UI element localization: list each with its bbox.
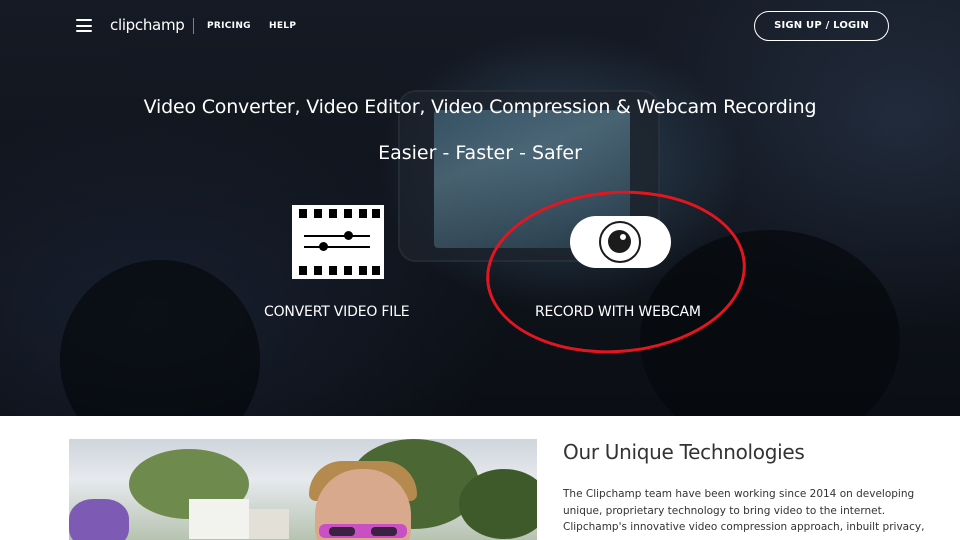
webcam-icon[interactable] xyxy=(570,216,671,268)
film-sliders-icon[interactable] xyxy=(292,205,384,279)
section-title: Our Unique Technologies xyxy=(563,440,805,464)
hero-section: clipchamp PRICING HELP SIGN UP / LOGIN V… xyxy=(0,0,960,416)
logo-divider xyxy=(193,18,194,34)
section-body-line: The Clipchamp team have been working sin… xyxy=(563,488,915,500)
hamburger-menu-icon[interactable] xyxy=(76,19,92,32)
hero-background-silhouette xyxy=(60,260,260,416)
top-navigation-bar: clipchamp PRICING HELP SIGN UP / LOGIN xyxy=(0,0,960,54)
nav-link-pricing[interactable]: PRICING xyxy=(207,21,251,31)
section-body: The Clipchamp team have been working sin… xyxy=(563,486,925,536)
section-body-line: unique, proprietary technology to bring … xyxy=(563,504,886,517)
hero-subtitle: Easier - Faster - Safer xyxy=(378,142,582,164)
record-webcam-label[interactable]: RECORD WITH WEBCAM xyxy=(535,304,701,320)
clipchamp-logo[interactable]: clipchamp xyxy=(110,16,185,34)
hero-title: Video Converter, Video Editor, Video Com… xyxy=(143,96,817,118)
feature-photo xyxy=(69,439,537,540)
convert-video-label[interactable]: CONVERT VIDEO FILE xyxy=(264,304,410,320)
signup-login-button[interactable]: SIGN UP / LOGIN xyxy=(754,11,889,41)
section-body-line: Clipchamp's innovative video compression… xyxy=(563,521,925,533)
nav-link-help[interactable]: HELP xyxy=(269,21,296,31)
